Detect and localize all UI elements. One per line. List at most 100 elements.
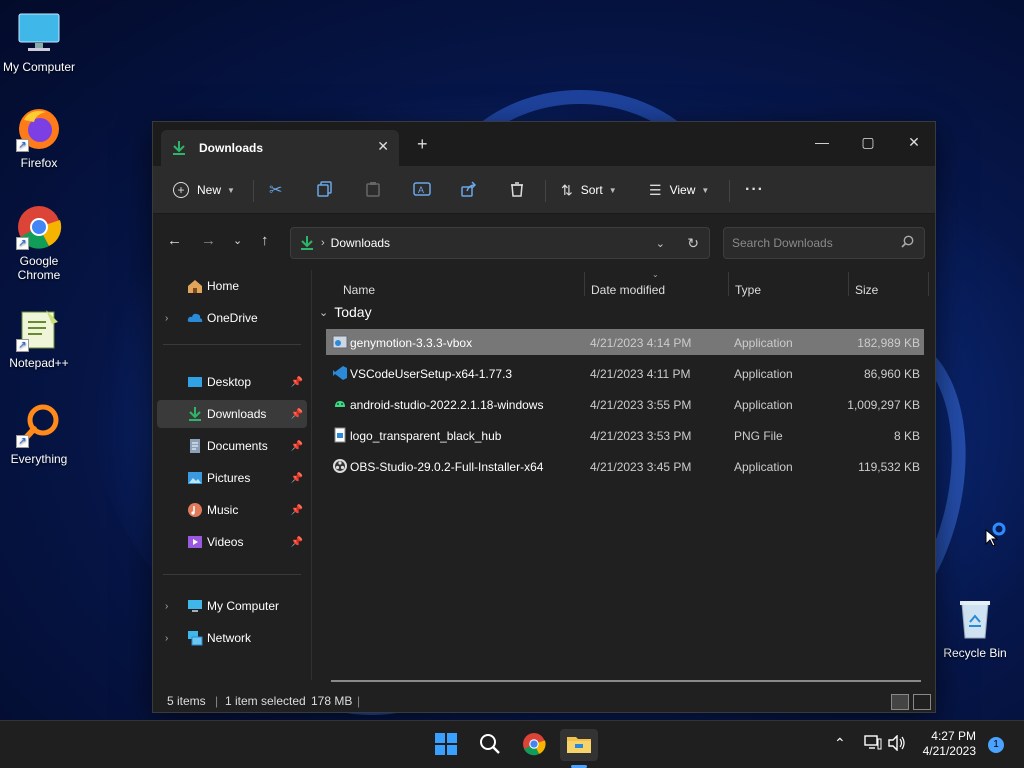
column-divider[interactable]: [848, 272, 849, 296]
rename-button[interactable]: A: [413, 176, 431, 204]
network-status-icon[interactable]: [864, 735, 882, 754]
show-hidden-icons-button[interactable]: ⌃: [834, 735, 846, 752]
refresh-icon[interactable]: ↻: [687, 235, 699, 252]
new-button[interactable]: + New ▼: [173, 176, 235, 204]
sidebar-item-label: My Computer: [207, 599, 280, 613]
sidebar-item-label: OneDrive: [207, 311, 258, 325]
file-row[interactable]: OBS-Studio-29.0.2-Full-Installer-x64 4/2…: [326, 453, 924, 479]
address-row: ← → ⌄ ↑ › Downloads ⌄ ↻: [153, 214, 935, 270]
trash-icon: [509, 181, 525, 200]
column-header-size[interactable]: Size: [855, 283, 878, 297]
maximize-button[interactable]: ▢: [845, 128, 891, 156]
paste-button[interactable]: [365, 176, 381, 204]
cut-button[interactable]: ✂: [269, 176, 282, 204]
desktop-icon-recycle-bin[interactable]: Recycle Bin: [936, 596, 1014, 660]
sidebar-item-network[interactable]: › Network: [157, 624, 307, 652]
chevron-right-icon[interactable]: ›: [165, 601, 168, 612]
desktop-icon-firefox[interactable]: ↗ Firefox: [0, 106, 78, 170]
search-input[interactable]: [732, 236, 892, 250]
large-icons-view-button[interactable]: [913, 694, 931, 710]
column-header-name[interactable]: Name: [343, 283, 375, 297]
sidebar-item-my-computer[interactable]: › My Computer: [157, 592, 307, 620]
file-name: android-studio-2022.2.1.18-windows: [350, 398, 544, 412]
copy-button[interactable]: [317, 176, 333, 204]
horizontal-scrollbar[interactable]: [331, 680, 921, 682]
close-window-button[interactable]: ✕: [891, 128, 937, 156]
taskbar: ⌃ 4:27 PM 4/21/2023 1: [0, 720, 1024, 768]
file-explorer-taskbar-button[interactable]: [560, 729, 598, 761]
sidebar-item-pictures[interactable]: Pictures 📌: [157, 464, 307, 492]
notification-badge[interactable]: 1: [988, 737, 1004, 753]
back-button[interactable]: ←: [167, 232, 182, 249]
minimize-button[interactable]: —: [799, 128, 845, 156]
document-icon: [187, 438, 203, 454]
everything-icon: ↗: [16, 402, 62, 448]
file-name: OBS-Studio-29.0.2-Full-Installer-x64: [350, 460, 544, 474]
forward-button[interactable]: →: [201, 232, 216, 249]
pane-splitter[interactable]: [311, 270, 312, 680]
file-name: VSCodeUserSetup-x64-1.77.3: [350, 367, 513, 381]
sidebar-item-downloads[interactable]: Downloads 📌: [157, 400, 307, 428]
obs-icon: [332, 458, 348, 474]
sort-button[interactable]: ⇅ Sort ▼: [561, 176, 617, 204]
recent-locations-button[interactable]: ⌄: [233, 234, 242, 247]
pin-icon: 📌: [290, 504, 303, 516]
start-button[interactable]: [430, 729, 462, 761]
title-bar[interactable]: Downloads ✕ + — ▢ ✕: [153, 122, 935, 166]
volume-icon[interactable]: [888, 734, 906, 754]
address-history-dropdown-icon[interactable]: ⌄: [656, 237, 665, 250]
system-clock[interactable]: 4:27 PM 4/21/2023: [923, 729, 976, 759]
sidebar-item-desktop[interactable]: Desktop 📌: [157, 368, 307, 396]
desktop-icon-label: My Computer: [2, 60, 76, 74]
file-row[interactable]: genymotion-3.3.3-vbox 4/21/2023 4:14 PM …: [326, 329, 924, 355]
sidebar-item-label: Network: [207, 631, 252, 645]
address-bar[interactable]: › Downloads ⌄ ↻: [290, 227, 710, 259]
desktop-icon-my-computer[interactable]: My Computer: [0, 10, 78, 74]
column-header-date[interactable]: Date modified: [591, 283, 665, 297]
chevron-right-icon[interactable]: ›: [165, 313, 168, 324]
sidebar-item-home[interactable]: Home: [157, 272, 307, 300]
details-view-button[interactable]: [891, 694, 909, 710]
sidebar-item-music[interactable]: Music 📌: [157, 496, 307, 524]
status-bar: 5 items | 1 item selected 178 MB |: [153, 688, 935, 714]
android-icon: [332, 396, 348, 412]
file-row[interactable]: logo_transparent_black_hub 4/21/2023 3:5…: [326, 422, 924, 448]
desktop-icon-label: Everything: [10, 452, 68, 466]
new-tab-button[interactable]: +: [417, 134, 428, 155]
file-type: Application: [734, 460, 793, 474]
desktop-icon-everything[interactable]: ↗ Everything: [0, 402, 78, 466]
search-taskbar-button[interactable]: [474, 729, 506, 761]
desktop-icon-label: Notepad++: [9, 356, 69, 370]
column-divider[interactable]: [728, 272, 729, 296]
file-date: 4/21/2023 4:11 PM: [590, 367, 691, 381]
desktop-icon-chrome[interactable]: ↗ Google Chrome: [0, 204, 78, 282]
search-icon: [479, 733, 501, 758]
firefox-icon: ↗: [16, 106, 62, 152]
close-tab-icon[interactable]: ✕: [377, 138, 389, 155]
chrome-taskbar-button[interactable]: [518, 729, 550, 761]
file-date: 4/21/2023 3:53 PM: [590, 429, 692, 443]
folder-icon: [566, 733, 592, 758]
share-button[interactable]: [461, 176, 477, 204]
breadcrumb-downloads[interactable]: Downloads: [331, 236, 390, 250]
sidebar-item-onedrive[interactable]: › OneDrive: [157, 304, 307, 332]
tab-downloads[interactable]: Downloads ✕: [161, 130, 399, 166]
file-row[interactable]: android-studio-2022.2.1.18-windows 4/21/…: [326, 391, 924, 417]
column-header-type[interactable]: Type: [735, 283, 761, 297]
file-row[interactable]: VSCodeUserSetup-x64-1.77.3 4/21/2023 4:1…: [326, 360, 924, 386]
search-icon[interactable]: [901, 235, 914, 251]
shortcut-arrow-icon: ↗: [16, 435, 29, 448]
up-button[interactable]: ↑: [261, 232, 269, 249]
column-divider[interactable]: [584, 272, 585, 296]
desktop-icon-notepadpp[interactable]: ↗ Notepad++: [0, 306, 78, 370]
more-options-button[interactable]: ···: [745, 176, 764, 204]
sidebar-item-videos[interactable]: Videos 📌: [157, 528, 307, 556]
group-header-today[interactable]: ⌄ Today: [319, 304, 372, 320]
view-button[interactable]: ☰ View ▼: [649, 176, 709, 204]
sidebar-item-documents[interactable]: Documents 📌: [157, 432, 307, 460]
search-box[interactable]: [723, 227, 925, 259]
column-divider[interactable]: [928, 272, 929, 296]
file-name: logo_transparent_black_hub: [350, 429, 502, 443]
chevron-right-icon[interactable]: ›: [165, 633, 168, 644]
delete-button[interactable]: [509, 176, 525, 204]
